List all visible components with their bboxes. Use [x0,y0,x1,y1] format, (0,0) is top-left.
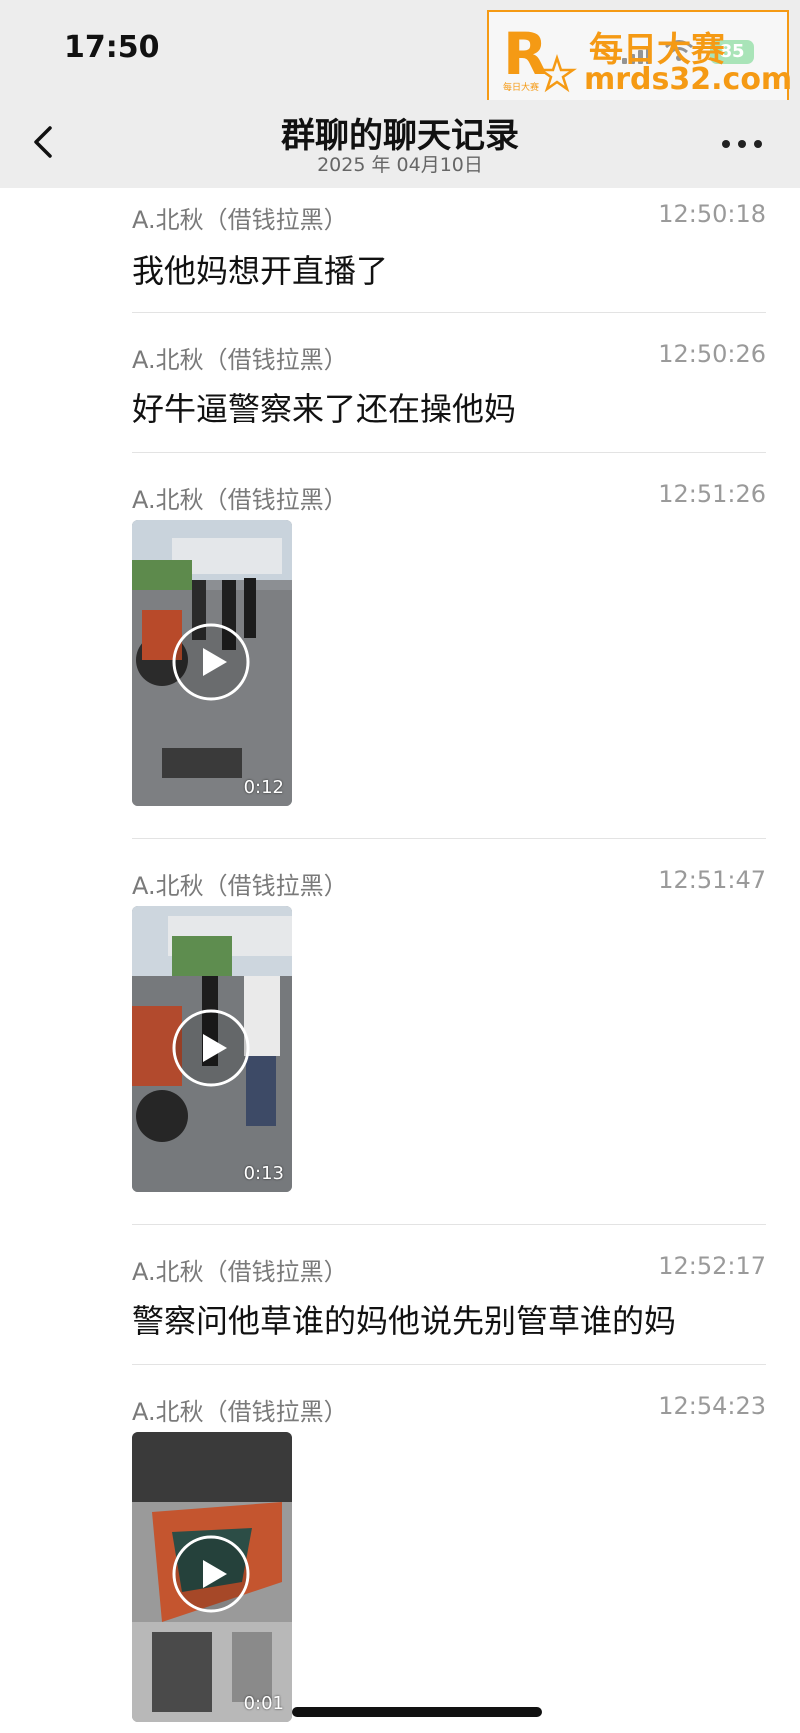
page-date: 2025 年 04月10日 [317,154,483,176]
svg-text:每日大赛: 每日大赛 [503,81,539,93]
message-text: 好牛逼警察来了还在操他妈 [132,390,517,428]
video-thumbnail[interactable]: 0:01 [132,1432,292,1722]
message-time: 12:51:26 [658,480,766,508]
chat-record-item: A.北秋（借钱拉黑） 12:54:23 0:01 [132,1364,766,1733]
chat-record-item: A.北秋（借钱拉黑） 12:50:26 好牛逼警察来了还在操他妈 [132,312,766,453]
more-options-icon[interactable] [722,136,766,150]
chat-record-item: A.北秋（借钱拉黑） 12:51:47 0:13 [132,838,766,1225]
play-icon [172,623,250,701]
message-time: 12:52:17 [658,1252,766,1280]
nav-bar: 群聊的聊天记录 2025 年 04月10日 [0,100,800,188]
sender-name: A.北秋（借钱拉黑） [132,206,348,234]
home-indicator[interactable] [292,1707,542,1717]
chat-record-item: A.北秋（借钱拉黑） 12:52:17 警察问他草谁的妈他说先别管草谁的妈 [132,1224,766,1365]
video-duration: 0:01 [243,1693,284,1714]
watermark-url: mrds32.com [584,62,793,97]
sender-name: A.北秋（借钱拉黑） [132,1258,348,1286]
message-time: 12:51:47 [658,866,766,894]
sender-name: A.北秋（借钱拉黑） [132,872,348,900]
video-duration: 0:12 [243,777,284,798]
video-thumbnail[interactable]: 0:13 [132,906,292,1192]
video-thumbnail[interactable]: 0:12 [132,520,292,806]
message-time: 12:50:18 [658,200,766,228]
chat-record-item: A.北秋（借钱拉黑） 12:51:26 0:12 [132,452,766,839]
status-time: 17:50 [64,30,160,65]
message-text: 警察问他草谁的妈他说先别管草谁的妈 [132,1302,677,1340]
sender-name: A.北秋（借钱拉黑） [132,1398,348,1426]
play-icon [172,1535,250,1613]
svg-text:R: R [503,20,548,88]
chat-record-item: A.北秋（借钱拉黑） 12:50:18 我他妈想开直播了 [132,188,766,313]
watermark-logo-icon: R 每日大赛 [503,20,577,93]
message-text: 我他妈想开直播了 [132,252,389,290]
watermark: R 每日大赛 每日大赛 mrds32.com [487,10,793,102]
message-time: 12:54:23 [658,1392,766,1420]
message-time: 12:50:26 [658,340,766,368]
sender-name: A.北秋（借钱拉黑） [132,346,348,374]
sender-name: A.北秋（借钱拉黑） [132,486,348,514]
play-icon [172,1009,250,1087]
video-duration: 0:13 [243,1163,284,1184]
